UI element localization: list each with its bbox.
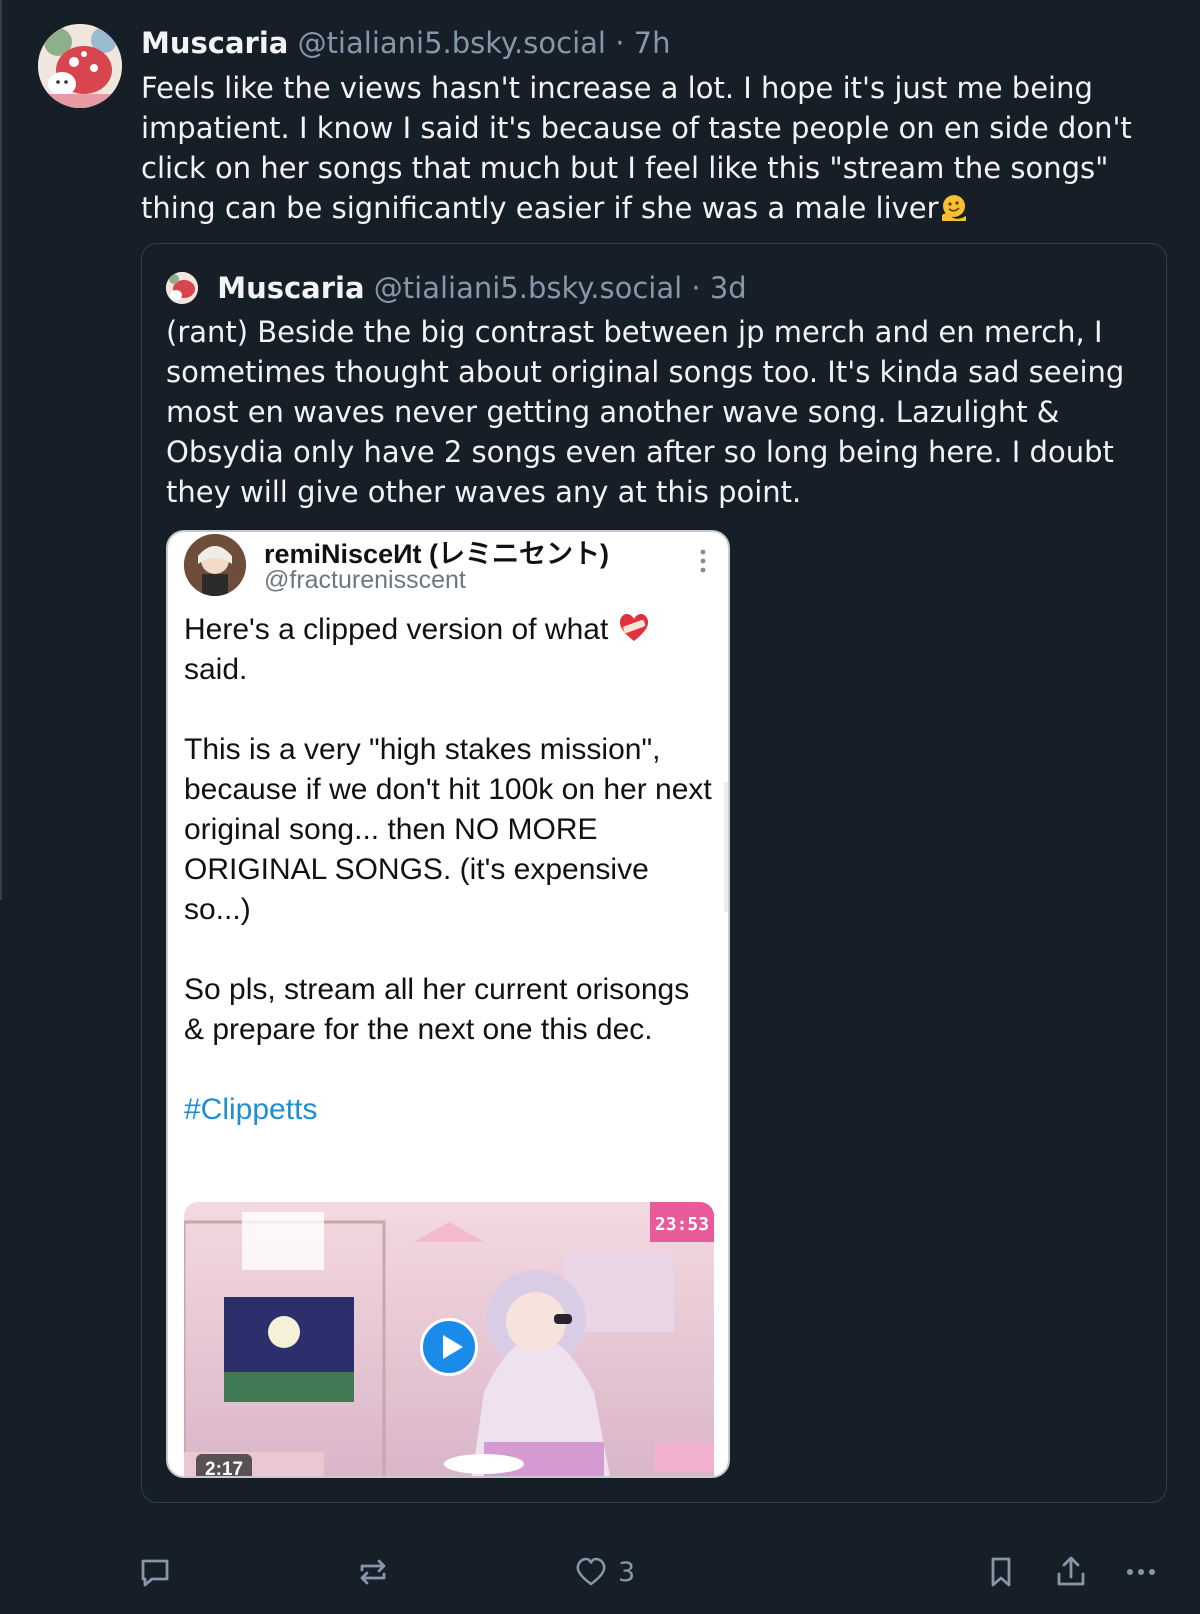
quoted-post[interactable]: Muscaria @tialiani5.bsky.social · 3d (ra…	[141, 243, 1167, 1503]
quote-meta: Muscaria @tialiani5.bsky.social · 3d	[166, 268, 747, 308]
repost-button[interactable]	[356, 1550, 390, 1594]
play-icon	[420, 1318, 478, 1376]
bookmark-icon	[991, 1557, 1011, 1587]
melting-face-emoji	[941, 195, 966, 221]
thread-line	[0, 0, 2, 900]
tweet-handle: @fracturenisscent	[264, 566, 466, 594]
author-handle[interactable]: @tialiani5.bsky.social	[298, 26, 606, 60]
more-icon	[1127, 1569, 1155, 1575]
quote-author-handle[interactable]: @tialiani5.bsky.social	[374, 271, 682, 305]
video-clock: 23:53	[650, 1202, 714, 1242]
tweet-line1-end: said.	[184, 653, 248, 686]
reply-button[interactable]	[138, 1550, 172, 1594]
tweet-paragraph-2: This is a very "high stakes mission", be…	[184, 733, 721, 926]
quote-author-name[interactable]: Muscaria	[217, 271, 364, 305]
heart-icon	[576, 1557, 606, 1586]
share-icon	[1057, 1556, 1085, 1586]
like-button[interactable]: 3	[574, 1550, 635, 1594]
tweet-scrollbar	[724, 782, 728, 912]
tweet-video-thumbnail: 23:53 2:17	[184, 1202, 714, 1476]
post-text: Feels like the views hasn't increase a l…	[141, 68, 1168, 228]
quote-text: (rant) Beside the big contrast between j…	[166, 315, 1125, 509]
quote-time[interactable]: 3d	[710, 271, 747, 305]
tweet-more-icon	[700, 549, 706, 573]
more-button[interactable]	[1124, 1550, 1158, 1594]
tweet-author-avatar	[184, 534, 246, 596]
quote-meta-separator: ·	[691, 271, 701, 305]
mending-heart-emoji	[619, 613, 648, 641]
meta-separator: ·	[615, 26, 625, 60]
bookmark-button[interactable]	[984, 1550, 1018, 1594]
post-meta: Muscaria @tialiani5.bsky.social · 7h	[141, 24, 1168, 62]
like-count: 3	[618, 1556, 636, 1588]
reply-icon	[141, 1559, 169, 1587]
share-button[interactable]	[1054, 1550, 1088, 1594]
video-duration: 2:17	[196, 1454, 253, 1476]
tweet-text: Here's a clipped version of what said. Th…	[184, 610, 714, 1170]
post-text-content: Feels like the views hasn't increase a l…	[141, 71, 1132, 225]
author-name[interactable]: Muscaria	[141, 26, 288, 60]
embedded-tweet-image[interactable]: remiNisceИt (レミニセント) @fracturenisscent H…	[166, 530, 730, 1478]
post-actions: 3	[138, 1550, 1168, 1594]
quote-author-avatar	[166, 272, 198, 304]
post-time[interactable]: 7h	[634, 26, 671, 60]
tweet-line1: Here's a clipped version of what	[184, 613, 617, 646]
tweet-hashtag: #Clippetts	[184, 1093, 318, 1126]
repost-icon	[360, 1559, 386, 1585]
tweet-paragraph-3: So pls, stream all her current orisongs …	[184, 973, 698, 1046]
author-avatar[interactable]	[38, 24, 122, 108]
